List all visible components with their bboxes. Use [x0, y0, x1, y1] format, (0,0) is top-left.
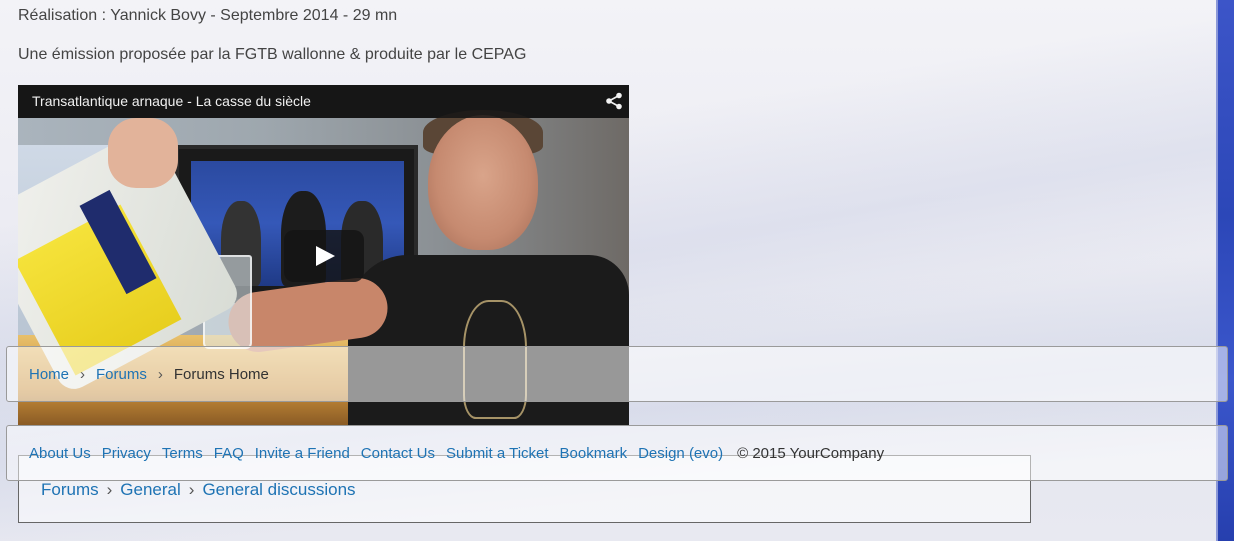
- forum-path-separator: ›: [106, 480, 113, 499]
- breadcrumb-bar: Home › Forums › Forums Home: [6, 346, 1228, 402]
- forum-path-general-link[interactable]: General: [120, 480, 180, 499]
- footer-link-about-us[interactable]: About Us: [29, 445, 91, 462]
- video-title[interactable]: Transatlantique arnaque - La casse du si…: [32, 93, 311, 109]
- footer-link-bookmark[interactable]: Bookmark: [560, 445, 628, 462]
- forum-path-forums-link[interactable]: Forums: [41, 480, 99, 499]
- breadcrumb-separator: ›: [80, 366, 86, 383]
- video-credit-text: Réalisation : Yannick Bovy - Septembre 2…: [18, 7, 398, 24]
- footer-link-design-evo[interactable]: Design (evo): [638, 445, 723, 462]
- share-icon[interactable]: [605, 92, 623, 110]
- video-title-bar: Transatlantique arnaque - La casse du si…: [18, 85, 629, 118]
- footer-link-contact-us[interactable]: Contact Us: [361, 445, 435, 462]
- breadcrumb-forums-link[interactable]: Forums: [96, 366, 147, 383]
- forum-breadcrumb: Forums › General › General discussions: [41, 480, 356, 500]
- footer-copyright: © 2015 YourCompany: [737, 445, 885, 462]
- breadcrumb-separator: ›: [157, 366, 163, 383]
- breadcrumb-home-link[interactable]: Home: [29, 366, 69, 383]
- thumbnail-man-head: [428, 115, 538, 250]
- thumbnail-hand: [108, 118, 178, 188]
- play-icon: [316, 246, 335, 266]
- footer-link-terms[interactable]: Terms: [162, 445, 203, 462]
- breadcrumb-current: Forums Home: [173, 366, 269, 383]
- footer-link-faq[interactable]: FAQ: [214, 445, 244, 462]
- footer-link-privacy[interactable]: Privacy: [102, 445, 151, 462]
- forum-path-separator: ›: [188, 480, 195, 499]
- play-button[interactable]: [284, 230, 364, 282]
- producer-text: Une émission proposée par la FGTB wallon…: [18, 46, 527, 63]
- forum-path-general-discussions-link[interactable]: General discussions: [202, 480, 355, 499]
- breadcrumb: Home › Forums › Forums Home: [29, 366, 269, 383]
- footer-bar: About Us Privacy Terms FAQ Invite a Friend Co…: [6, 425, 1228, 481]
- footer-link-submit-ticket[interactable]: Submit a Ticket: [446, 445, 549, 462]
- footer-links: About Us Privacy Terms FAQ Invite a Friend Co…: [29, 445, 884, 462]
- footer-link-invite-friend[interactable]: Invite a Friend: [255, 445, 350, 462]
